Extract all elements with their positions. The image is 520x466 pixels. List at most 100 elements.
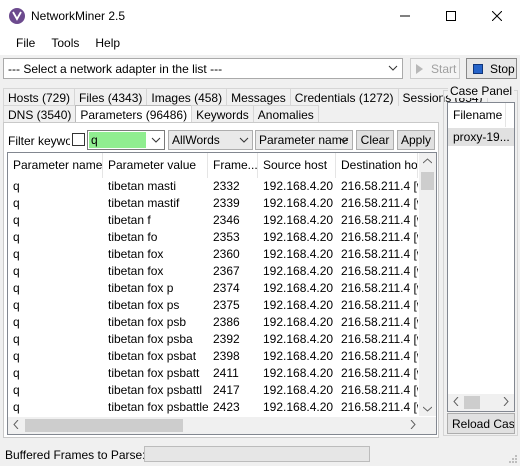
table-row[interactable]: q tibetan fox psbattle 2423 192.168.4.20 216… xyxy=(8,399,418,416)
tab-keywords[interactable]: Keywords xyxy=(191,105,254,123)
tab-files[interactable]: Files (4343) xyxy=(74,88,148,106)
table-row[interactable]: q tibetan f 2346 192.168.4.20 216.58.211.4 [… xyxy=(8,212,418,229)
frame-cell: 2411 xyxy=(213,366,239,380)
chevron-down-icon xyxy=(339,137,349,143)
source-host-cell: 192.168.4.20 xyxy=(263,400,334,414)
frame-cell: 2386 xyxy=(213,315,240,329)
scroll-left-icon[interactable] xyxy=(453,397,459,406)
scroll-up-icon[interactable] xyxy=(423,158,432,164)
stop-button[interactable]: Stop xyxy=(466,58,517,79)
column-parameter-name[interactable]: Parameter name xyxy=(8,153,103,178)
case-file-list: Filename proxy-19... xyxy=(447,102,515,412)
horizontal-scroll-thumb[interactable] xyxy=(25,419,183,432)
tab-messages[interactable]: Messages xyxy=(226,88,291,106)
table-row[interactable]: q tibetan fox psba 2392 192.168.4.20 216.58.… xyxy=(8,331,418,348)
parameter-name-cell: q xyxy=(13,349,20,363)
menu-file[interactable]: File xyxy=(8,36,43,50)
networkminer-logo-icon xyxy=(9,7,25,24)
frame-cell: 2417 xyxy=(213,383,240,397)
destination-host-cell: 216.58.211.4 [w xyxy=(341,281,418,295)
maximize-icon xyxy=(446,10,456,21)
tab-dns[interactable]: DNS (3540) xyxy=(3,105,77,123)
menu-bar: File Tools Help xyxy=(0,31,520,55)
filter-keyword-input[interactable]: q xyxy=(87,130,165,150)
source-host-cell: 192.168.4.20 xyxy=(263,230,334,244)
title-bar: NetworkMiner 2.5 xyxy=(0,0,520,31)
source-host-cell: 192.168.4.20 xyxy=(263,332,334,346)
parameter-name-cell: q xyxy=(13,213,20,227)
parameter-value-cell: tibetan fox p xyxy=(108,281,174,295)
case-scroll-thumb[interactable] xyxy=(464,396,480,409)
tab-anomalies[interactable]: Anomalies xyxy=(252,105,319,123)
tab-hosts[interactable]: Hosts (729) xyxy=(3,88,76,106)
table-row[interactable]: q tibetan fox 2360 192.168.4.20 216.58.211.4… xyxy=(8,246,418,263)
column-frame[interactable]: Frame... xyxy=(208,153,258,178)
case-file-item[interactable]: proxy-19... xyxy=(448,128,514,146)
chevron-down-icon xyxy=(239,137,249,143)
table-row[interactable]: q tibetan fox p 2374 192.168.4.20 216.58.211… xyxy=(8,280,418,297)
parameter-value-cell: tibetan fox xyxy=(108,264,164,278)
frame-cell: 2367 xyxy=(213,264,240,278)
table-row[interactable]: q tibetan fox psbat 2398 192.168.4.20 216.58… xyxy=(8,348,418,365)
table-row[interactable]: q tibetan fo 2353 192.168.4.20 216.58.211.4 … xyxy=(8,229,418,246)
chevron-down-icon xyxy=(388,65,398,71)
scroll-left-icon[interactable] xyxy=(13,420,19,429)
source-host-cell: 192.168.4.20 xyxy=(263,213,334,227)
match-mode-select[interactable]: AllWords xyxy=(168,130,253,150)
scroll-right-icon[interactable] xyxy=(503,397,509,406)
vertical-scroll-thumb[interactable] xyxy=(421,172,434,190)
destination-host-cell: 216.58.211.4 [w xyxy=(341,400,418,414)
parameter-value-cell: tibetan fox psbattl xyxy=(108,383,203,397)
start-label: Start xyxy=(431,61,457,76)
column-source-host[interactable]: Source host xyxy=(258,153,336,178)
column-destination-host[interactable]: Destination host xyxy=(336,153,418,178)
column-parameter-value[interactable]: Parameter value xyxy=(103,153,208,178)
parameter-name-cell: q xyxy=(13,315,20,329)
clear-button[interactable]: Clear xyxy=(356,130,394,150)
maximize-button[interactable] xyxy=(428,0,474,31)
tab-images[interactable]: Images (458) xyxy=(146,88,228,106)
scroll-right-icon[interactable] xyxy=(410,420,416,429)
source-host-cell: 192.168.4.20 xyxy=(263,315,334,329)
filter-field-select[interactable]: Parameter name xyxy=(255,130,353,150)
parameter-value-cell: tibetan fox psb xyxy=(108,315,187,329)
scrollbar-corner xyxy=(419,417,436,434)
parameter-name-cell: q xyxy=(13,247,20,261)
buffered-frames-progress xyxy=(144,446,370,462)
tab-parameters[interactable]: Parameters (96486) xyxy=(75,105,193,123)
close-button[interactable] xyxy=(474,0,520,31)
table-header: Parameter name Parameter value Frame... … xyxy=(8,153,418,178)
resize-grip-icon[interactable] xyxy=(508,454,518,464)
minimize-icon xyxy=(400,15,410,16)
table-row[interactable]: q tibetan fox ps 2375 192.168.4.20 216.58.21… xyxy=(8,297,418,314)
table-row[interactable]: q tibetan fox psbatt 2411 192.168.4.20 216.5… xyxy=(8,365,418,382)
vertical-scrollbar[interactable] xyxy=(419,153,436,416)
scroll-down-icon[interactable] xyxy=(423,406,432,412)
start-button[interactable]: Start xyxy=(410,58,460,79)
close-icon xyxy=(492,10,502,21)
table-row[interactable]: q tibetan masti 2332 192.168.4.20 216.58.211… xyxy=(8,178,418,195)
destination-host-cell: 216.58.211.4 [w xyxy=(341,298,418,312)
apply-button[interactable]: Apply xyxy=(397,130,435,150)
table-row[interactable]: q tibetan mastif 2339 192.168.4.20 216.58.21… xyxy=(8,195,418,212)
parameters-table: Parameter name Parameter value Frame... … xyxy=(7,152,437,435)
destination-host-cell: 216.58.211.4 [w xyxy=(341,315,418,329)
table-row[interactable]: q tibetan fox 2367 192.168.4.20 216.58.211.4… xyxy=(8,263,418,280)
stop-label: Stop xyxy=(490,61,515,76)
menu-help[interactable]: Help xyxy=(87,36,128,50)
source-host-cell: 192.168.4.20 xyxy=(263,196,334,210)
table-row[interactable]: q tibetan fox psb 2386 192.168.4.20 216.58.2… xyxy=(8,314,418,331)
reload-case-files-button[interactable]: Reload Cas xyxy=(447,413,515,434)
tab-credentials[interactable]: Credentials (1272) xyxy=(289,88,399,106)
column-filename[interactable]: Filename xyxy=(448,103,506,127)
case-horizontal-scrollbar[interactable] xyxy=(448,394,514,411)
destination-host-cell: 216.58.211.4 [w xyxy=(341,383,418,397)
minimize-button[interactable] xyxy=(382,0,428,31)
table-row[interactable]: q tibetan fox psbattl 2417 192.168.4.20 216.… xyxy=(8,382,418,399)
filter-checkbox[interactable] xyxy=(72,133,85,146)
parameter-name-cell: q xyxy=(13,298,20,312)
horizontal-scrollbar[interactable] xyxy=(8,417,421,434)
menu-tools[interactable]: Tools xyxy=(43,36,87,50)
frame-cell: 2374 xyxy=(213,281,240,295)
network-adapter-select[interactable]: --- Select a network adapter in the list… xyxy=(3,58,403,79)
